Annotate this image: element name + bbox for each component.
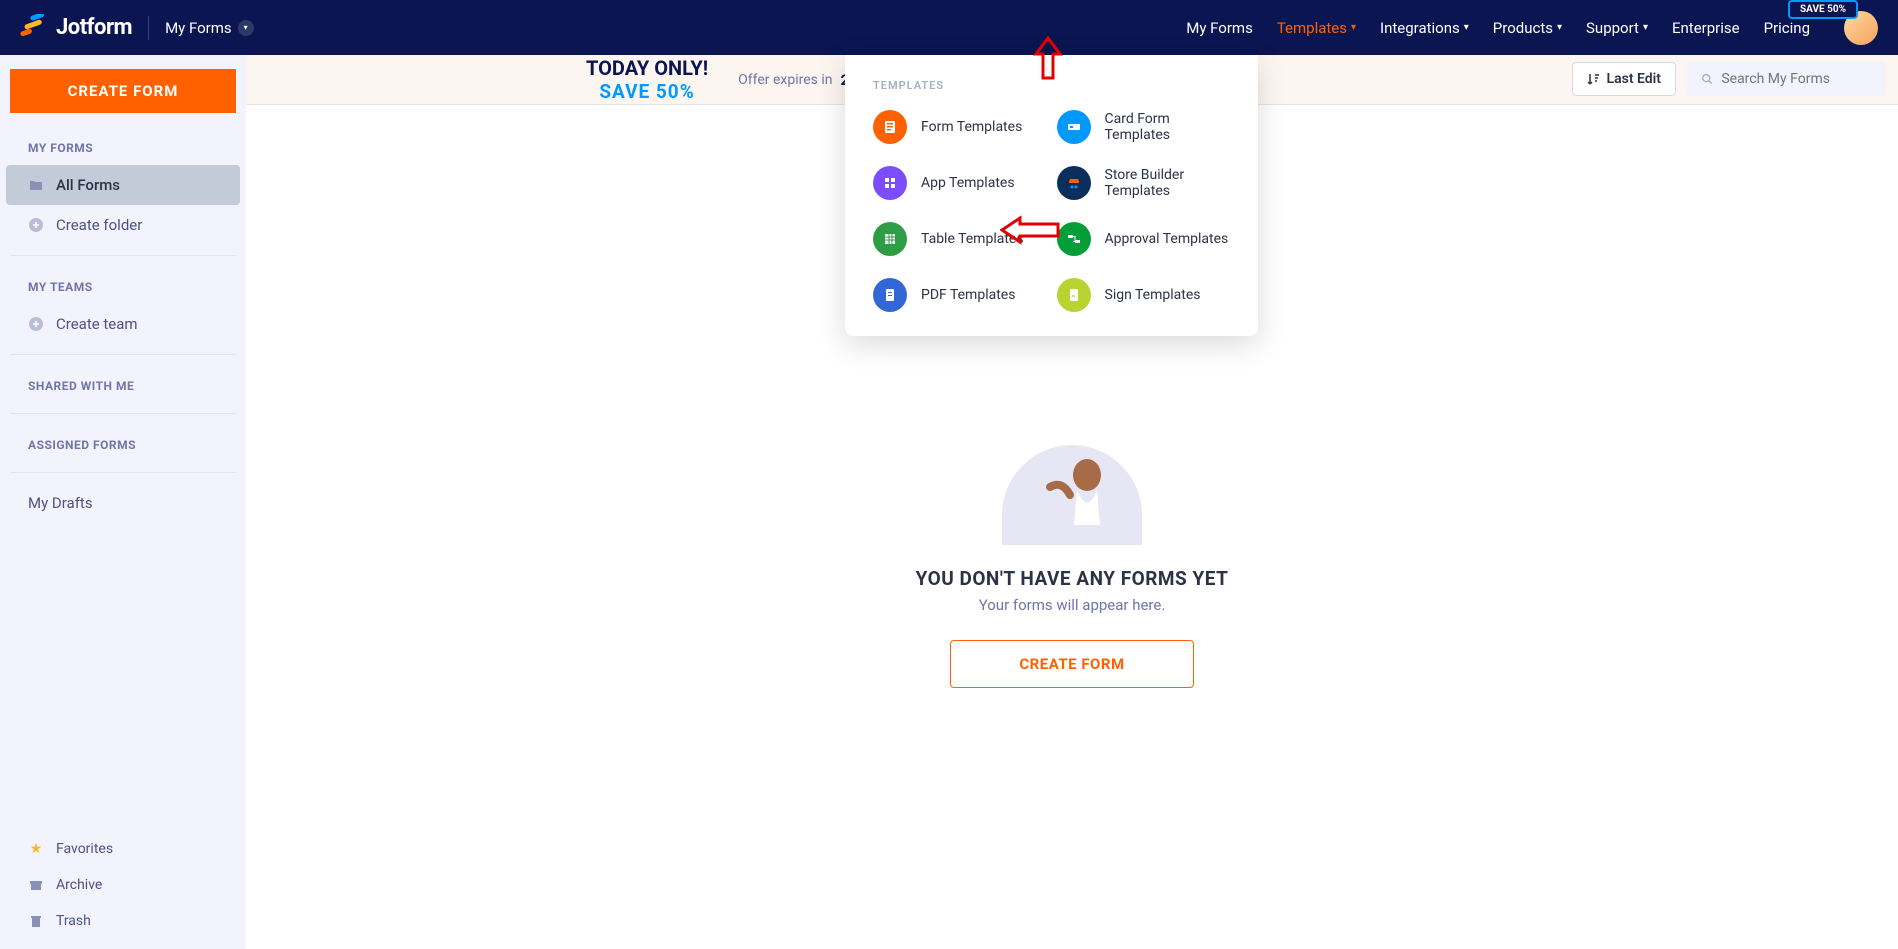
sign-templates-icon [1057,278,1091,312]
search-input[interactable] [1721,71,1871,87]
sidebar-divider [10,472,236,473]
chevron-down-icon: ▾ [1351,22,1356,33]
sidebar-section-my-forms: MY FORMS [0,127,246,165]
page-selector[interactable]: My Forms ▾ [165,19,254,37]
sidebar-item-label: Trash [56,913,91,929]
logo[interactable]: Jotform [20,14,132,42]
nav-support[interactable]: Support ▾ [1586,19,1648,37]
trash-icon [28,913,44,929]
last-edit-button[interactable]: Last Edit [1572,62,1676,96]
plus-circle-icon [28,217,44,233]
folder-icon [28,177,44,193]
templates-dropdown: TEMPLATES Form Templates Card Form Templ… [845,55,1258,336]
dropdown-label: Approval Templates [1105,231,1229,247]
dropdown-label: PDF Templates [921,287,1015,303]
sidebar-section-my-teams: MY TEAMS [0,266,246,304]
sidebar-item-label: Create folder [56,216,142,234]
annotation-arrow-up [1030,36,1066,82]
sidebar-section-assigned[interactable]: ASSIGNED FORMS [0,424,246,462]
chevron-down-icon: ▾ [1557,22,1562,33]
annotation-arrow-left [1000,214,1062,246]
chevron-down-icon: ▾ [1464,22,1469,33]
nav-products-label: Products [1493,19,1553,37]
sidebar-section-shared[interactable]: SHARED WITH ME [0,365,246,403]
form-templates-icon [873,110,907,144]
empty-state: YOU DON'T HAVE ANY FORMS YET Your forms … [246,425,1898,688]
promo-today-label: TODAY ONLY! [586,56,708,80]
sidebar-create-team[interactable]: Create team [0,304,246,344]
chevron-down-icon: ▾ [238,20,254,36]
dropdown-label: Sign Templates [1105,287,1201,303]
nav-templates[interactable]: Templates ▾ [1277,19,1356,37]
card-form-templates-icon [1057,110,1091,144]
nav-pricing[interactable]: Pricing [1764,19,1810,37]
nav-my-forms[interactable]: My Forms [1186,19,1253,37]
sidebar-item-label: Archive [56,877,102,893]
nav-integrations-label: Integrations [1380,19,1460,37]
page-selector-label: My Forms [165,19,232,37]
promo-text: TODAY ONLY! SAVE 50% [486,56,708,103]
dropdown-label: Form Templates [921,119,1022,135]
last-edit-label: Last Edit [1607,71,1661,87]
promo-expire-label: Offer expires in [738,72,832,88]
dropdown-approval-templates[interactable]: Approval Templates [1057,222,1231,256]
table-templates-icon [873,222,907,256]
sort-icon [1587,72,1601,86]
star-icon: ★ [28,841,44,857]
chevron-down-icon: ▾ [1643,22,1648,33]
sidebar-bottom: ★ Favorites Archive Trash [0,831,246,949]
search-box[interactable] [1686,62,1886,96]
plus-circle-icon [28,316,44,332]
store-builder-templates-icon [1057,166,1091,200]
dropdown-label: Card Form Templates [1105,111,1231,143]
dropdown-app-templates[interactable]: App Templates [873,166,1047,200]
empty-create-form-button[interactable]: CREATE FORM [950,640,1193,688]
search-icon [1701,72,1713,86]
sidebar-divider [10,354,236,355]
save-badge[interactable]: SAVE 50% [1788,0,1858,19]
app-templates-icon [873,166,907,200]
promo-save-label: SAVE 50% [599,80,694,103]
sidebar-favorites[interactable]: ★ Favorites [0,831,246,867]
nav-templates-label: Templates [1277,19,1347,37]
nav-support-label: Support [1586,19,1639,37]
sidebar-item-label: My Drafts [28,494,93,512]
logo-text: Jotform [56,15,132,40]
main-header: SAVE 50% Jotform My Forms ▾ My Forms Tem… [0,0,1898,55]
sidebar-divider [10,255,236,256]
sidebar-archive[interactable]: Archive [0,867,246,903]
logo-divider [148,16,149,40]
dropdown-label: Store Builder Templates [1105,167,1231,199]
sidebar: CREATE FORM MY FORMS All Forms Create fo… [0,55,246,949]
create-form-button[interactable]: CREATE FORM [10,69,236,113]
dropdown-card-form-templates[interactable]: Card Form Templates [1057,110,1231,144]
nav-integrations[interactable]: Integrations ▾ [1380,19,1469,37]
archive-icon [28,877,44,893]
nav-enterprise[interactable]: Enterprise [1672,19,1740,37]
sidebar-my-drafts[interactable]: My Drafts [0,483,246,523]
sidebar-item-label: Favorites [56,841,113,857]
jotform-logo-icon [20,14,48,42]
sidebar-item-label: Create team [56,315,138,333]
pdf-templates-icon [873,278,907,312]
dropdown-grid: Form Templates Card Form Templates App T… [873,110,1230,312]
dropdown-label: App Templates [921,175,1015,191]
sidebar-trash[interactable]: Trash [0,903,246,939]
sidebar-all-forms[interactable]: All Forms [6,165,240,205]
nav-products[interactable]: Products ▾ [1493,19,1562,37]
dropdown-store-builder-templates[interactable]: Store Builder Templates [1057,166,1231,200]
sidebar-item-label: All Forms [56,176,120,194]
empty-title: YOU DON'T HAVE ANY FORMS YET [246,567,1898,590]
dropdown-pdf-templates[interactable]: PDF Templates [873,278,1047,312]
sidebar-divider [10,413,236,414]
logo-area: Jotform My Forms ▾ [20,14,254,42]
right-controls: Last Edit [1572,62,1886,96]
sidebar-create-folder[interactable]: Create folder [0,205,246,245]
empty-subtitle: Your forms will appear here. [246,596,1898,614]
dropdown-form-templates[interactable]: Form Templates [873,110,1047,144]
empty-illustration [992,425,1152,545]
top-nav: My Forms Templates ▾ Integrations ▾ Prod… [1186,11,1878,45]
dropdown-sign-templates[interactable]: Sign Templates [1057,278,1231,312]
